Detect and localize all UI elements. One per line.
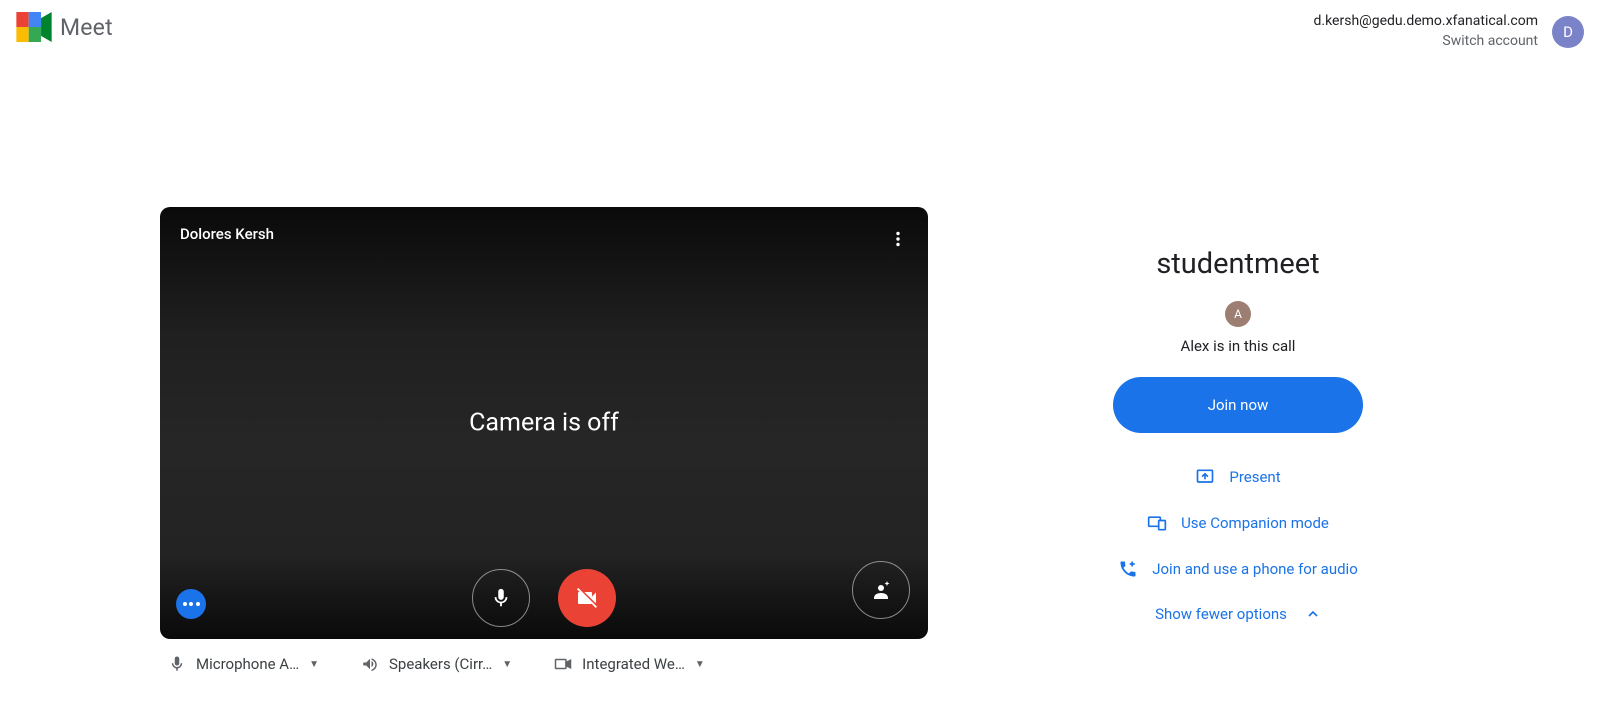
camera-off-icon bbox=[575, 586, 599, 610]
account-email: d.kersh@gedu.demo.xfanatical.com bbox=[1314, 12, 1538, 32]
camera-toggle-button[interactable] bbox=[558, 569, 616, 627]
join-now-button[interactable]: Join now bbox=[1113, 377, 1363, 433]
devices-icon bbox=[1147, 513, 1167, 533]
companion-label: Use Companion mode bbox=[1181, 514, 1329, 532]
visual-effects-button[interactable] bbox=[852, 561, 910, 619]
present-option[interactable]: Present bbox=[1195, 467, 1280, 487]
device-selector-row: Microphone A… ▼ Speakers (Cirr… ▼ Integr… bbox=[168, 655, 705, 673]
speaker-label: Speakers (Cirr… bbox=[389, 655, 492, 673]
preview-more-button[interactable] bbox=[880, 221, 916, 257]
camera-selector[interactable]: Integrated We… ▼ bbox=[554, 655, 705, 673]
avatar[interactable]: D bbox=[1552, 16, 1584, 48]
camera-status-text: Camera is off bbox=[469, 409, 619, 438]
camera-label: Integrated We… bbox=[582, 655, 685, 673]
more-vert-icon bbox=[890, 231, 906, 247]
present-icon bbox=[1195, 467, 1215, 487]
dots-icon bbox=[183, 602, 200, 606]
account-area: d.kersh@gedu.demo.xfanatical.com Switch … bbox=[1314, 12, 1590, 51]
sparkle-portrait-icon bbox=[869, 578, 893, 602]
companion-mode-option[interactable]: Use Companion mode bbox=[1147, 513, 1329, 533]
microphone-icon bbox=[490, 587, 512, 609]
toggle-options-button[interactable]: Show fewer options bbox=[1155, 605, 1321, 623]
meeting-title: studentmeet bbox=[1156, 247, 1319, 281]
participant-avatar: A bbox=[1225, 301, 1251, 327]
phone-label: Join and use a phone for audio bbox=[1152, 560, 1358, 578]
switch-account-link[interactable]: Switch account bbox=[1314, 32, 1538, 52]
present-label: Present bbox=[1229, 468, 1280, 486]
microphone-icon bbox=[168, 655, 186, 673]
join-panel: studentmeet A Alex is in this call Join … bbox=[1028, 207, 1448, 639]
in-call-text: Alex is in this call bbox=[1181, 337, 1296, 355]
phone-plus-icon bbox=[1118, 559, 1138, 579]
toggle-label: Show fewer options bbox=[1155, 605, 1287, 623]
speaker-selector[interactable]: Speakers (Cirr… ▼ bbox=[361, 655, 512, 673]
camera-icon bbox=[554, 655, 572, 673]
phone-audio-option[interactable]: Join and use a phone for audio bbox=[1118, 559, 1358, 579]
speaker-icon bbox=[361, 655, 379, 673]
chevron-down-icon: ▼ bbox=[309, 659, 319, 670]
chevron-up-icon bbox=[1305, 606, 1321, 622]
chevron-down-icon: ▼ bbox=[502, 659, 512, 670]
mic-selector[interactable]: Microphone A… ▼ bbox=[168, 655, 319, 673]
chevron-down-icon: ▼ bbox=[695, 659, 705, 670]
self-name-label: Dolores Kersh bbox=[180, 225, 274, 243]
meet-logo-icon bbox=[16, 12, 52, 42]
mic-toggle-button[interactable] bbox=[472, 569, 530, 627]
brand: Meet bbox=[10, 12, 113, 42]
mic-label: Microphone A… bbox=[196, 655, 299, 673]
brand-name: Meet bbox=[60, 14, 113, 41]
pinned-more-button[interactable] bbox=[176, 589, 206, 619]
video-preview: Dolores Kersh Camera is off bbox=[160, 207, 928, 639]
